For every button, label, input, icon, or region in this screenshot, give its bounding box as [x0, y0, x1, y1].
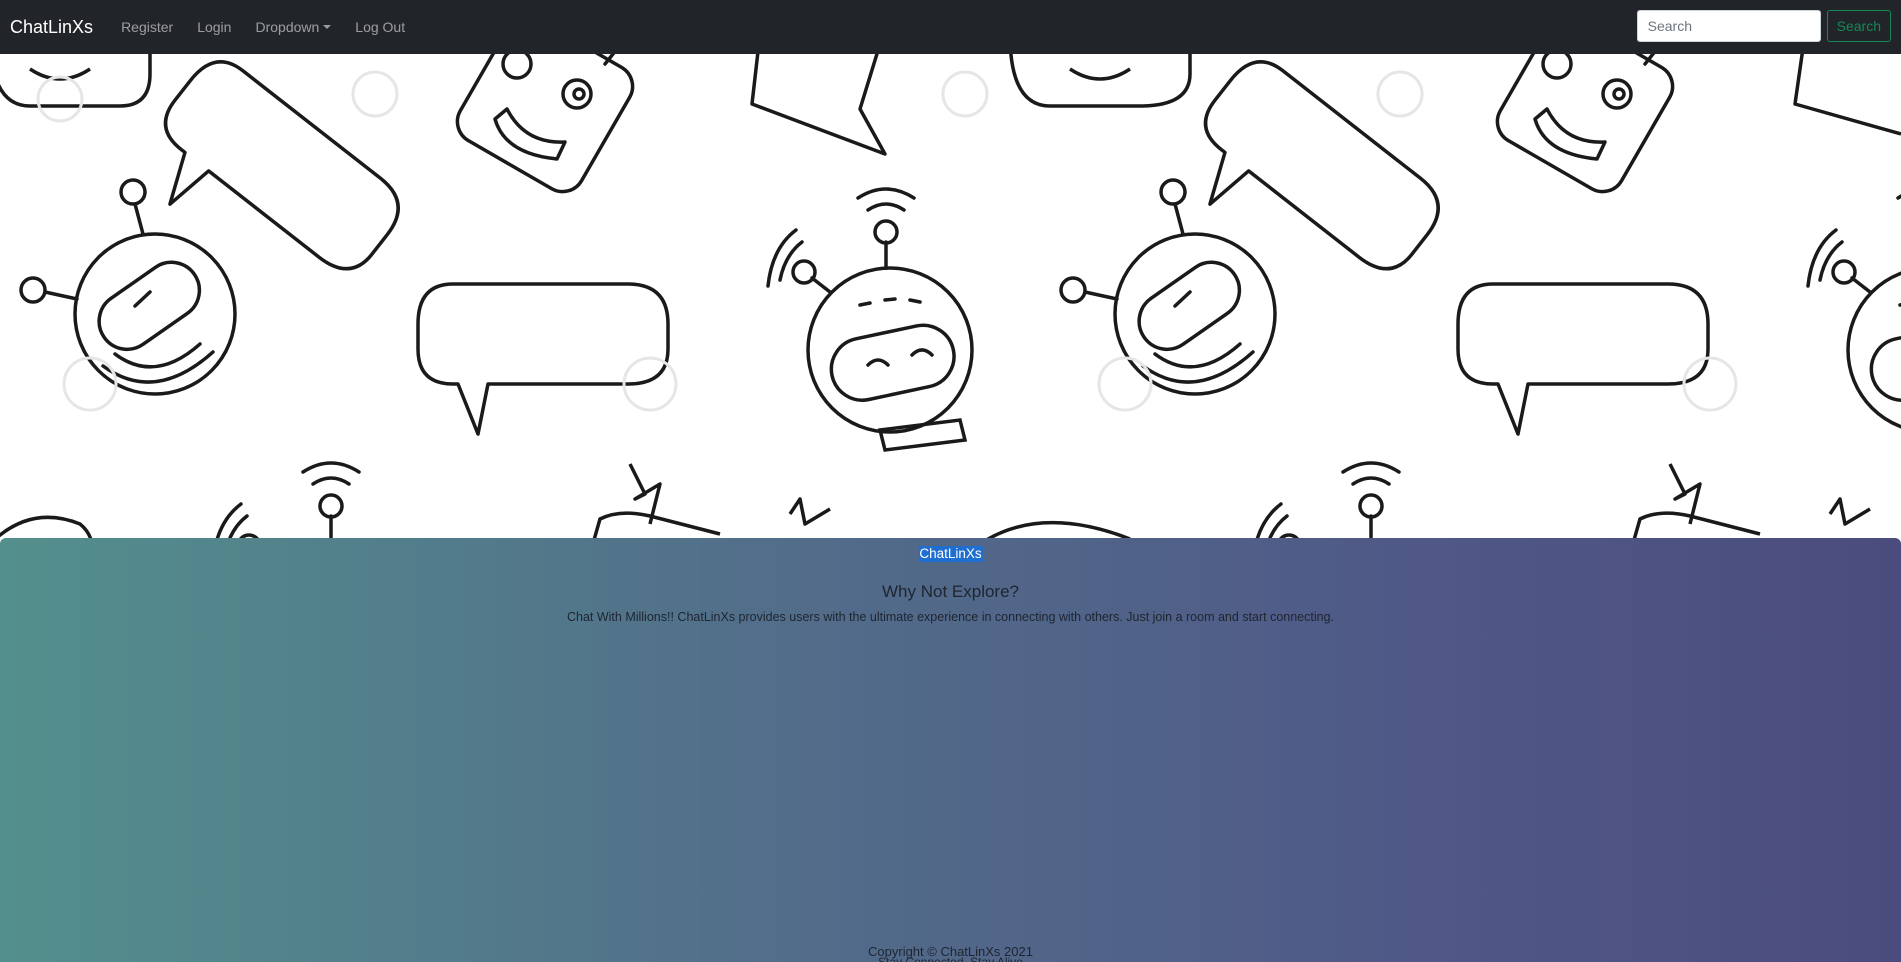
brand-link[interactable]: ChatLinXs: [10, 17, 93, 38]
chevron-down-icon: [323, 25, 332, 29]
nav-dropdown[interactable]: Dropdown: [255, 19, 332, 35]
nav-dropdown-label: Dropdown: [255, 19, 320, 35]
search-button[interactable]: Search: [1826, 10, 1891, 42]
nav-login[interactable]: Login: [197, 19, 231, 35]
hero-pattern-banner: [0, 54, 1901, 538]
nav-logout[interactable]: Log Out: [355, 19, 405, 35]
nav-register[interactable]: Register: [121, 19, 173, 35]
jumbotron: ChatLinXs Why Not Explore? Chat With Mil…: [0, 538, 1901, 962]
jumbotron-lead-text: Chat With Millions!! ChatLinXs provides …: [566, 610, 1335, 624]
jumbotron-brand-title: ChatLinXs: [918, 546, 983, 562]
footer-tagline: Stay Connected. Stay Alive: [0, 956, 1901, 962]
chatbot-pattern-illustration: [0, 54, 1901, 538]
search-form: Search: [1636, 10, 1891, 42]
top-navbar: ChatLinXs Register Login Dropdown Log Ou…: [0, 0, 1901, 54]
search-input[interactable]: [1636, 10, 1821, 42]
jumbotron-headline: Why Not Explore?: [882, 582, 1019, 601]
